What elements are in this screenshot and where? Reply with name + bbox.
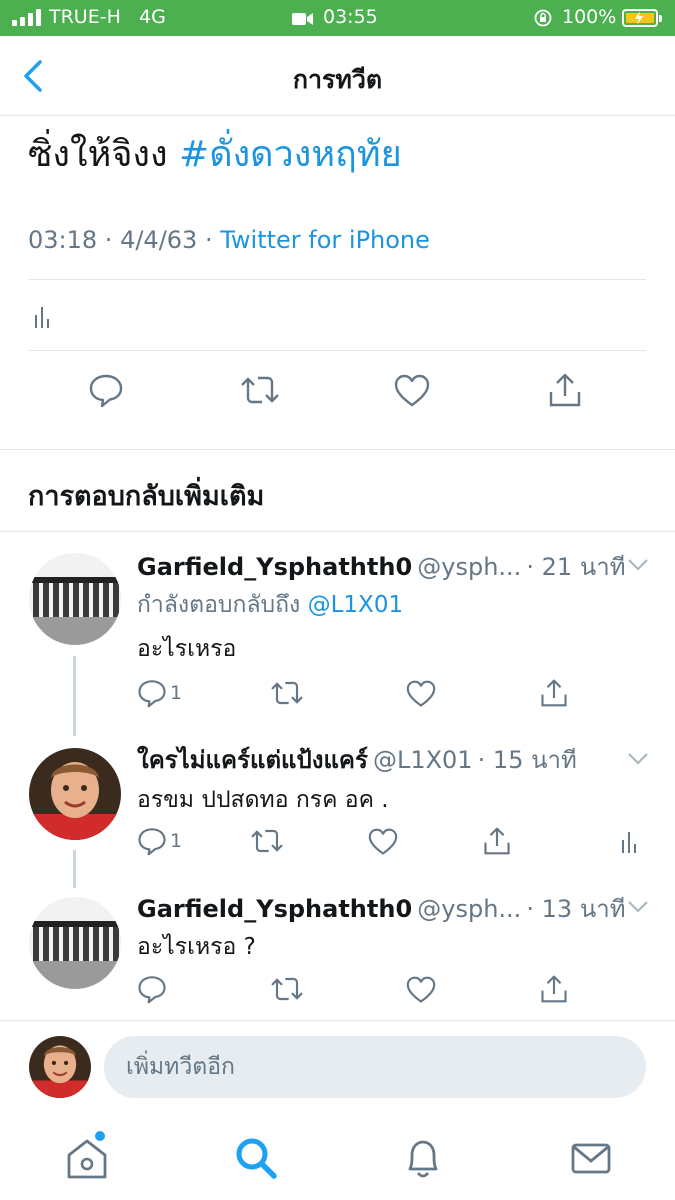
mention-link[interactable]: @L1X01	[308, 592, 403, 618]
tab-bar	[0, 1115, 675, 1200]
tweet-source-link[interactable]: Twitter for iPhone	[220, 226, 430, 254]
thread-line	[73, 850, 76, 888]
battery-icon	[622, 9, 662, 27]
child-photo	[29, 1036, 91, 1098]
divider	[0, 449, 675, 450]
like-icon[interactable]	[368, 828, 398, 856]
thread-line	[73, 656, 76, 736]
hashtag-link[interactable]: #ดั่งดวงหฤทัย	[179, 134, 402, 175]
reply-text: อะไรเหรอ	[137, 636, 237, 662]
reply-header: ใครไม่แคร์แต่แป้งแคร์ @L1X01 · 15 นาที	[137, 743, 577, 780]
reply-count: 1	[170, 830, 183, 852]
carrier-label: TRUE-H 4G	[49, 6, 166, 28]
reply-time: · 13 นาที	[526, 895, 626, 923]
reply-time: · 21 นาที	[526, 553, 626, 581]
tweet-meta: 03:18 · 4/4/63 · Twitter for iPhone	[28, 226, 430, 254]
reply-handle: @ysph...	[417, 553, 522, 581]
reply-icon[interactable]	[137, 678, 167, 708]
reply-icon[interactable]	[88, 372, 124, 408]
avatar[interactable]	[29, 553, 121, 645]
compose-input[interactable]: เพิ่มทวีตอีก	[104, 1036, 646, 1098]
reply-author-name[interactable]: ใครไม่แคร์แต่แป้งแคร์	[137, 746, 368, 774]
reply-icon[interactable]	[137, 826, 167, 856]
reply-time: · 15 นาที	[477, 746, 577, 774]
notifications-icon[interactable]	[398, 1133, 448, 1183]
tweet-time: 03:18	[28, 226, 98, 254]
share-icon[interactable]	[483, 826, 511, 856]
share-icon[interactable]	[540, 974, 568, 1004]
divider	[0, 531, 675, 532]
reply-handle: @ysph...	[417, 895, 522, 923]
like-icon[interactable]	[406, 976, 436, 1004]
nav-header: การทวีต	[0, 36, 675, 116]
like-icon[interactable]	[406, 680, 436, 708]
more-replies-heading: การตอบกลับเพิ่มเติม	[28, 481, 265, 512]
building-photo	[29, 897, 121, 989]
chevron-down-icon[interactable]	[627, 752, 649, 766]
status-bar: TRUE-H 4G 03:55 100%	[0, 0, 675, 36]
avatar[interactable]	[29, 897, 121, 989]
retweet-icon[interactable]	[250, 826, 284, 856]
tweet-text: ซิ่งให้จิงง #ดั่งดวงหฤทัย	[28, 130, 402, 180]
signal-icon	[12, 8, 41, 26]
share-icon[interactable]	[540, 678, 568, 708]
screen-record-icon	[292, 13, 313, 25]
home-icon[interactable]	[62, 1133, 112, 1183]
analytics-icon[interactable]	[621, 830, 639, 854]
retweet-icon[interactable]	[270, 678, 304, 708]
chevron-down-icon[interactable]	[627, 558, 649, 572]
like-icon[interactable]	[394, 374, 430, 408]
replying-to: กำลังตอบกลับถึง @L1X01	[137, 592, 404, 618]
retweet-icon[interactable]	[270, 974, 304, 1004]
child-photo	[29, 748, 121, 840]
page-title: การทวีต	[292, 65, 383, 94]
reply-count: 1	[170, 682, 183, 704]
search-icon[interactable]	[231, 1133, 281, 1183]
tweet-body: ซิ่งให้จิงง	[28, 134, 168, 175]
chevron-down-icon[interactable]	[627, 900, 649, 914]
clock: 03:55	[323, 6, 378, 28]
share-icon[interactable]	[548, 372, 582, 408]
reply-author-name[interactable]: Garfield_Ysphathth0	[137, 553, 412, 581]
battery-percent: 100%	[562, 6, 617, 28]
tweet-date: 4/4/63	[120, 226, 198, 254]
reply-text: อรขม ปปสดทอ กรค อค .	[137, 787, 389, 813]
building-photo	[29, 553, 121, 645]
new-content-dot	[95, 1131, 105, 1141]
divider	[28, 279, 646, 280]
reply-header: Garfield_Ysphathth0 @ysph... · 21 นาที	[137, 550, 626, 587]
my-avatar[interactable]	[29, 1036, 91, 1098]
reply-icon[interactable]	[137, 974, 167, 1004]
reply-handle: @L1X01	[372, 746, 473, 774]
divider	[28, 350, 646, 351]
orientation-lock-icon	[534, 9, 552, 27]
reply-header: Garfield_Ysphathth0 @ysph... · 13 นาที	[137, 892, 626, 929]
messages-icon[interactable]	[566, 1133, 616, 1183]
avatar[interactable]	[29, 748, 121, 840]
reply-author-name[interactable]: Garfield_Ysphathth0	[137, 895, 412, 923]
retweet-icon[interactable]	[240, 372, 280, 408]
analytics-icon[interactable]	[34, 305, 52, 329]
reply-text: อะไรเหรอ ?	[137, 934, 256, 960]
